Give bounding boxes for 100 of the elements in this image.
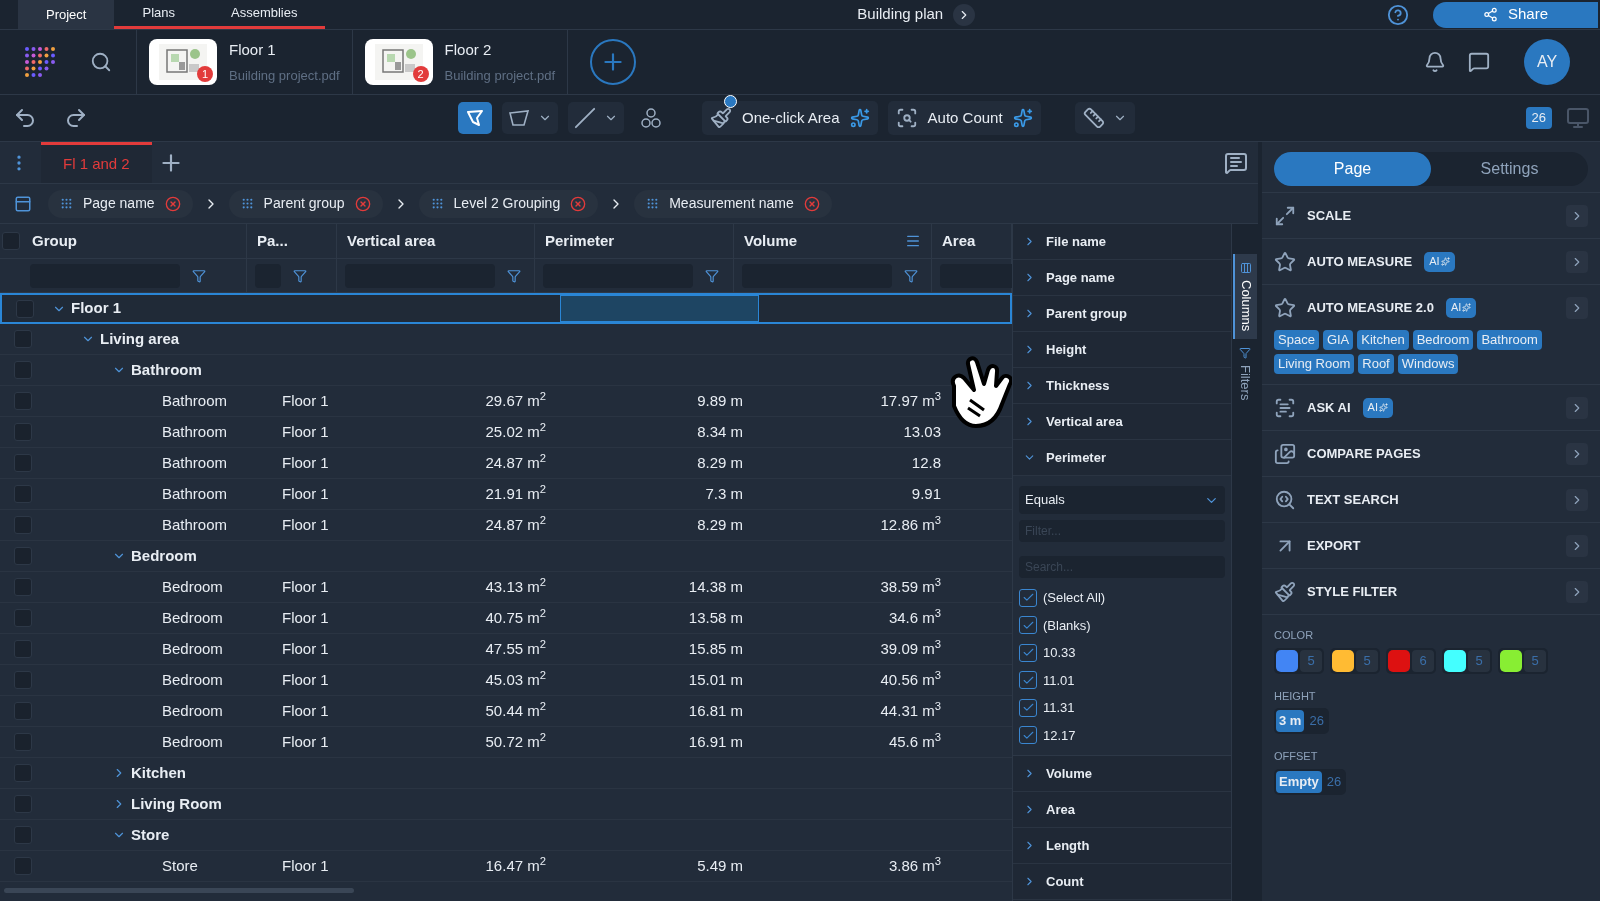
tag[interactable]: Space (1274, 330, 1319, 350)
line-tool[interactable] (568, 102, 624, 134)
remove-icon[interactable] (803, 195, 820, 212)
filter-value[interactable]: Empty (1276, 770, 1322, 793)
tag[interactable]: Kitchen (1357, 330, 1409, 350)
filter-icon[interactable] (293, 268, 307, 283)
polygon-tool[interactable] (458, 102, 492, 134)
grouping-chip[interactable]: Measurement name (634, 189, 832, 218)
section-title[interactable]: STYLE FILTER (1307, 581, 1398, 602)
grouping-chip[interactable]: Level 2 Grouping (418, 189, 599, 218)
table-row[interactable]: Store Floor 1 16.47 m$^{2}$ 5.49 m 3.86 m$^{3}$ (0, 851, 1012, 882)
undo-icon[interactable] (13, 106, 37, 130)
table-row[interactable]: Store (0, 820, 1012, 851)
checkbox[interactable] (13, 516, 32, 534)
filter-option[interactable]: 12.17 (1043, 725, 1076, 745)
table-row[interactable]: Living Room (0, 789, 1012, 820)
checkbox[interactable] (13, 609, 32, 627)
filter-option[interactable]: 11.31 (1043, 698, 1075, 718)
condition-dropdown[interactable]: Equals (1019, 486, 1225, 514)
checkbox[interactable] (13, 671, 32, 689)
chevron-button[interactable] (1566, 488, 1588, 511)
column-field[interactable]: Area (1013, 792, 1231, 828)
add-plan-button[interactable] (590, 39, 637, 85)
view-tab[interactable]: Fl 1 and 2 (41, 142, 152, 183)
checkbox[interactable] (13, 578, 32, 596)
tag[interactable]: Living Room (1274, 354, 1355, 374)
checkbox[interactable] (13, 640, 32, 658)
section-title[interactable]: EXPORT (1307, 535, 1361, 556)
table-row[interactable]: Bedroom Floor 1 50.44 m$^{2}$ 16.81 m 44.31 m$^{3}$ (0, 696, 1012, 727)
column-header[interactable]: Perimeter (535, 224, 734, 258)
table-row[interactable]: Bedroom Floor 1 43.13 m$^{2}$ 14.38 m 38.59 m$^{3}$ (0, 572, 1012, 603)
checkbox[interactable] (15, 299, 34, 318)
chevron-button[interactable] (1566, 396, 1588, 419)
measure-tool[interactable] (1074, 102, 1135, 134)
column-header[interactable]: Pa... (247, 224, 337, 258)
avatar[interactable]: AY (1524, 39, 1570, 85)
tag[interactable]: Bedroom (1412, 330, 1474, 350)
checkbox[interactable] (13, 485, 32, 503)
tag[interactable]: Windows (1397, 354, 1459, 374)
section-title[interactable]: AUTO MEASURE (1307, 251, 1413, 272)
filter-option[interactable]: (Select All) (1043, 588, 1106, 608)
panel-tab[interactable]: Page (1274, 152, 1431, 186)
bell-icon[interactable] (1424, 51, 1446, 73)
checkbox[interactable] (13, 330, 32, 348)
checkbox[interactable] (13, 764, 32, 782)
checkbox[interactable] (13, 826, 32, 844)
tag[interactable]: GIA (1322, 330, 1354, 350)
color-swatch[interactable] (1332, 649, 1354, 672)
section-title[interactable]: SCALE (1307, 205, 1352, 226)
table-row[interactable]: Bathroom Floor 1 24.87 m$^{2}$ 8.29 m 12.86 m$^{3}$ (0, 510, 1012, 541)
checkbox[interactable] (1019, 726, 1037, 745)
column-header[interactable]: Volume (734, 224, 932, 258)
section-title[interactable]: ASK AI (1307, 397, 1351, 418)
side-tab[interactable]: Columns (1233, 254, 1257, 340)
table-row[interactable]: Kitchen (0, 758, 1012, 789)
checkbox[interactable] (13, 795, 32, 813)
checkbox[interactable] (13, 454, 32, 472)
remove-icon[interactable] (570, 195, 587, 212)
table-row[interactable]: Floor 1 (0, 293, 1012, 324)
area-tool[interactable] (502, 102, 558, 134)
panel-icon[interactable] (14, 194, 32, 213)
checkbox[interactable] (1019, 616, 1037, 635)
monitor-icon[interactable] (1566, 106, 1590, 130)
checkbox[interactable] (13, 361, 32, 379)
filter-icon[interactable] (507, 268, 521, 283)
checkbox[interactable] (13, 547, 32, 565)
table-row[interactable]: Bathroom Floor 1 21.91 m$^{2}$ 7.3 m 9.91 (0, 479, 1012, 510)
column-field[interactable]: Parent group (1013, 296, 1231, 332)
help-icon[interactable] (1387, 3, 1409, 26)
column-field[interactable]: Page name (1013, 260, 1231, 296)
filter-icon[interactable] (192, 268, 206, 283)
checkbox[interactable] (13, 702, 32, 720)
column-field[interactable]: Count (1013, 864, 1231, 900)
tag[interactable]: Bathroom (1477, 330, 1542, 350)
remove-icon[interactable] (354, 195, 371, 212)
filter-option[interactable]: (Blanks) (1043, 615, 1091, 635)
column-field[interactable]: Volume (1013, 756, 1231, 792)
grouping-chip[interactable]: Page name (48, 189, 193, 218)
column-field[interactable]: Length (1013, 828, 1231, 864)
panel-tab[interactable]: Settings (1431, 152, 1588, 186)
table-row[interactable]: Bedroom Floor 1 40.75 m$^{2}$ 13.58 m 34.6 m$^{3}$ (0, 603, 1012, 634)
plan-card[interactable]: 1 Floor 1 Building project.pdf (137, 30, 353, 94)
top-tab[interactable]: Project (18, 0, 115, 29)
checkbox[interactable] (1019, 588, 1037, 607)
color-swatch[interactable] (1276, 649, 1298, 672)
chevron-button[interactable] (1566, 580, 1588, 603)
logo-icon[interactable] (24, 46, 56, 78)
section-title[interactable]: AUTO MEASURE 2.0 (1307, 297, 1434, 318)
grouping-chip[interactable]: Parent group (228, 189, 383, 218)
column-field[interactable]: File name (1013, 224, 1231, 260)
scrollbar[interactable] (4, 888, 354, 893)
column-header[interactable]: Group (22, 224, 247, 258)
table-row[interactable]: Living area (0, 324, 1012, 355)
column-header[interactable]: Vertical area (337, 224, 535, 258)
color-swatch[interactable] (1444, 649, 1466, 672)
table-row[interactable]: Bedroom Floor 1 47.55 m$^{2}$ 15.85 m 39.09 m$^{3}$ (0, 634, 1012, 665)
table-row[interactable]: Bedroom Floor 1 45.03 m$^{2}$ 15.01 m 40.56 m$^{3}$ (0, 665, 1012, 696)
table-row[interactable]: Bedroom Floor 1 50.72 m$^{2}$ 16.91 m 45.6 m$^{3}$ (0, 727, 1012, 758)
remove-icon[interactable] (164, 195, 181, 212)
share-button[interactable]: Share (1433, 1, 1598, 28)
